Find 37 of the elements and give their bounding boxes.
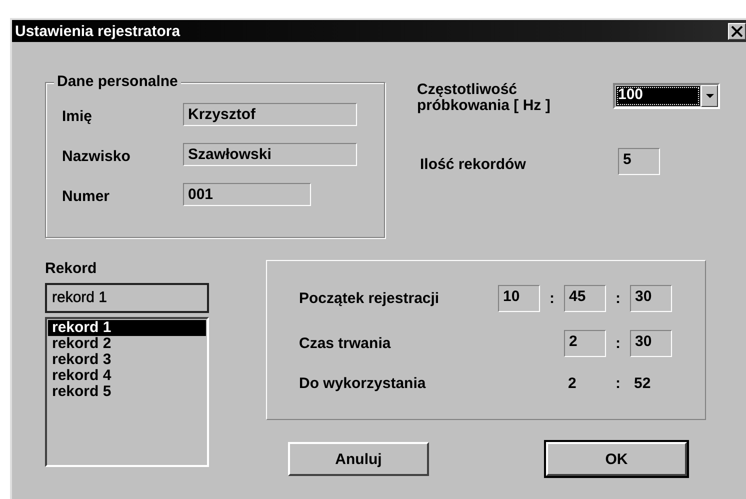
field-label: Początek rejestracji	[299, 290, 440, 307]
field-label: Do wykorzystania	[299, 375, 426, 392]
group-title: Dane personalne	[54, 73, 181, 90]
list-item[interactable]: rekord 5	[48, 384, 206, 400]
input-field[interactable]: 5	[618, 148, 660, 175]
field-label: Nazwisko	[62, 147, 132, 165]
value-text: 52	[633, 375, 652, 392]
input-field[interactable]: 10	[498, 285, 540, 312]
separator: :	[548, 290, 556, 307]
field-label: Rekord	[45, 260, 98, 277]
close-icon	[731, 26, 743, 36]
window-title: Ustawienia rejestratora	[14, 22, 180, 40]
field-label: Imię	[62, 107, 94, 125]
input-field[interactable]: rekord 1	[45, 283, 209, 313]
separator: :	[614, 375, 622, 392]
field-label: Częstotliwość próbkowania [ Hz ]	[417, 82, 552, 114]
input-field[interactable]: 45	[564, 285, 606, 312]
field-label: Czas trwania	[299, 335, 391, 352]
input-field[interactable]: Krzysztof	[183, 103, 357, 126]
value-text: 2	[567, 375, 578, 392]
close-button[interactable]	[728, 22, 746, 40]
input-field[interactable]: 001	[183, 183, 311, 206]
separator: :	[614, 290, 622, 307]
input-field[interactable]: 30	[630, 330, 672, 357]
list-item[interactable]: rekord 3	[48, 352, 206, 368]
ok-button[interactable]: OK	[546, 442, 687, 476]
input-field[interactable]: 2	[564, 330, 606, 357]
field-label: Ilość rekordów	[419, 155, 527, 173]
separator: :	[614, 335, 622, 352]
input-field[interactable]: 30	[630, 285, 672, 312]
list-item[interactable]: rekord 1	[48, 320, 206, 336]
list-item[interactable]: rekord 4	[48, 368, 206, 384]
cancel-button[interactable]: Anuluj	[288, 442, 429, 476]
list-item[interactable]: rekord 2	[48, 336, 206, 352]
input-field[interactable]: Szawłowski	[183, 143, 357, 166]
field-label: Numer	[62, 187, 111, 205]
dropdown[interactable]: 100	[613, 83, 720, 109]
